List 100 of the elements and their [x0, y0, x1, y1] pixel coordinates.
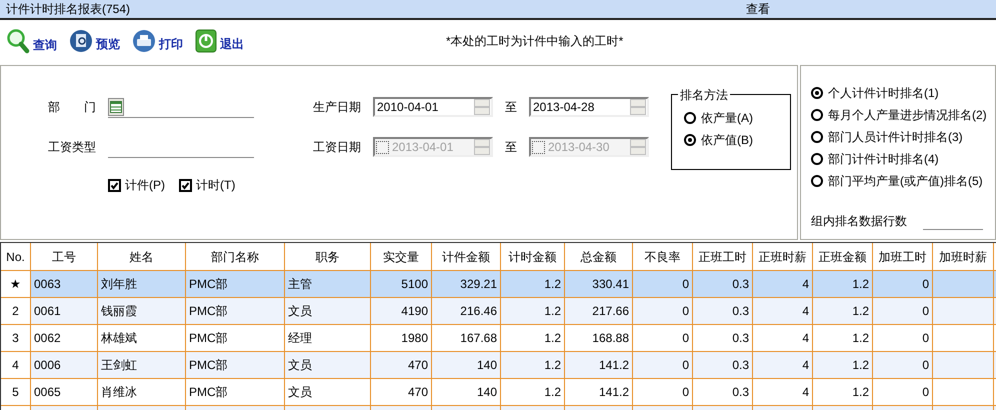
table-cell-text: 2: [12, 303, 19, 320]
view-menu[interactable]: 查看: [746, 0, 770, 18]
table-row[interactable]: 4 0006 王剑虹 PMC部 文员 470 140 1.2 141.2 0 0.3 4 1.2 0: [1, 352, 996, 379]
radio-button[interactable]: 个人计件计时排名(1): [811, 82, 995, 104]
table-cell-text: PMC部: [189, 357, 228, 374]
radio-icon[interactable]: [811, 131, 823, 143]
table-cell-text: 王剑虹: [101, 357, 137, 374]
table-cell-text: 1.2: [544, 276, 561, 293]
table-row[interactable]: 5 0065 肖维冰 PMC部 文员 470 140 1.2 141.2 0 0.3 4 1.2 0: [1, 379, 996, 406]
table-cell-text: 0: [682, 330, 689, 347]
table-cell-text: PMC部: [189, 303, 228, 320]
note-text: *本处的工时为计件中输入的工时*: [446, 33, 624, 50]
table-cell-text: 470: [408, 357, 428, 374]
radio-button[interactable]: 部门平均产量(或产值)排名(5): [811, 170, 995, 192]
input-field[interactable]: [108, 96, 254, 118]
table-cell-text: 167.68: [460, 330, 497, 347]
exit-button[interactable]: 退出: [195, 29, 244, 53]
table-cell-text: 文员: [288, 384, 312, 401]
radio-icon[interactable]: [811, 175, 823, 187]
table-cell-text: 林雄斌: [101, 330, 137, 347]
power-icon: [195, 29, 217, 53]
table-cell-text: 4: [802, 357, 809, 374]
table-cell-text: ★: [10, 276, 21, 293]
table-cell-text: 0: [922, 330, 929, 347]
radio-icon[interactable]: [811, 87, 823, 99]
table-cell-text: 1.2: [544, 384, 561, 401]
table-cell-text: 0063: [34, 276, 61, 293]
window-title: 计件计时排名报表(754): [6, 1, 132, 18]
table-cell-text: 0.3: [732, 303, 749, 320]
table-cell-text: 140: [476, 384, 497, 401]
table-cell-text: 0.3: [732, 357, 749, 374]
table-cell-text: 文员: [288, 357, 312, 374]
printer-icon: [132, 29, 156, 53]
radio-button[interactable]: 每月个人产量进步情况排名(2): [811, 104, 995, 126]
date-field[interactable]: 2013-04-28: [529, 97, 649, 117]
table-cell-text: 0: [922, 357, 929, 374]
table-cell-text: 329.21: [460, 276, 497, 293]
table-cell-text: 0: [682, 303, 689, 320]
table-cell-text: 经理: [288, 330, 312, 347]
field-label: 工资类型: [48, 139, 97, 156]
radio-button[interactable]: 部门人员计件计时排名(3): [811, 126, 995, 148]
table-cell-text: 0062: [34, 330, 61, 347]
search-button[interactable]: 查询: [6, 28, 57, 54]
table-cell-text: PMC部: [189, 330, 228, 347]
table-cell-text: 0: [922, 303, 929, 320]
table-row[interactable]: 2 0061 钱丽霞 PMC部 文员 4190 216.46 1.2 217.66 0 0.3 4 1.2 0: [1, 298, 996, 325]
table-cell-text: 1980: [401, 330, 428, 347]
date-field[interactable]: 2010-04-01: [373, 97, 493, 117]
field-label: 生产日期: [313, 99, 362, 116]
table-cell-text: 5100: [401, 276, 428, 293]
table-cell-text: 0: [682, 357, 689, 374]
table-cell-text: 0.3: [732, 330, 749, 347]
table-cell-text: 文员: [288, 303, 312, 320]
checkbox-icon[interactable]: [108, 178, 121, 192]
table-cell-text: 0065: [34, 384, 61, 401]
field-label: 至: [504, 139, 518, 156]
radio-button[interactable]: 依产值(B): [684, 129, 790, 151]
table-cell-text: 1.2: [544, 330, 561, 347]
radio-button[interactable]: 部门计件计时排名(4): [811, 148, 995, 170]
field-label: 至: [504, 99, 518, 116]
print-button[interactable]: 打印: [132, 29, 183, 53]
table-cell-text: 0061: [34, 303, 61, 320]
table-cell-text: 1.2: [852, 330, 869, 347]
table-cell-text: 168.88: [592, 330, 629, 347]
table-cell-text: 5: [12, 384, 19, 401]
table-cell-text: 0: [922, 276, 929, 293]
table-cell-text: 3: [12, 330, 19, 347]
checkbox[interactable]: 计时(T): [179, 176, 236, 194]
radio-icon[interactable]: [684, 112, 696, 124]
radio-icon[interactable]: [684, 134, 696, 146]
table-cell-text: 141.2: [598, 357, 629, 374]
table-cell-text: 140: [476, 357, 497, 374]
document-icon: [69, 29, 93, 53]
radio-icon[interactable]: [811, 109, 823, 121]
table-cell-text: 4: [12, 357, 19, 374]
table-cell-text: 1.2: [852, 303, 869, 320]
checkbox-icon[interactable]: [179, 178, 192, 192]
table-cell-text: PMC部: [189, 384, 228, 401]
radio-icon[interactable]: [811, 153, 823, 165]
radio-button[interactable]: 依产量(A): [684, 107, 790, 129]
table-cell-text: 1.2: [852, 276, 869, 293]
table-cell-text: 4: [802, 303, 809, 320]
table-cell-text: 4190: [401, 303, 428, 320]
table-row[interactable]: ★ 0063 刘年胜 PMC部 主管 5100 329.21 1.2 330.41 0 0.3 4 1.2 0: [1, 271, 996, 298]
field-label: 部 门: [48, 99, 97, 116]
preview-button[interactable]: 预览: [69, 29, 120, 53]
table-cell-text: 1.2: [852, 384, 869, 401]
table-cell-text: 470: [408, 384, 428, 401]
list-picker-icon[interactable]: [108, 98, 124, 116]
table-cell-text: 141.2: [598, 384, 629, 401]
table-cell-text: 主管: [288, 276, 312, 293]
table-cell-text: PMC部: [189, 276, 228, 293]
table-row[interactable]: 3 0062 林雄斌 PMC部 经理 1980 167.68 1.2 168.88 0 0.3 4 1.2 0: [1, 325, 996, 352]
table-cell-text: 330.41: [592, 276, 629, 293]
table-cell-text: 217.66: [592, 303, 629, 320]
table-cell-text: 0: [922, 384, 929, 401]
table-cell-text: 1.2: [852, 357, 869, 374]
table-cell-text: 1.2: [544, 357, 561, 374]
checkbox[interactable]: 计件(P): [108, 176, 165, 194]
field-label: 组内排名数据行数: [811, 213, 908, 230]
